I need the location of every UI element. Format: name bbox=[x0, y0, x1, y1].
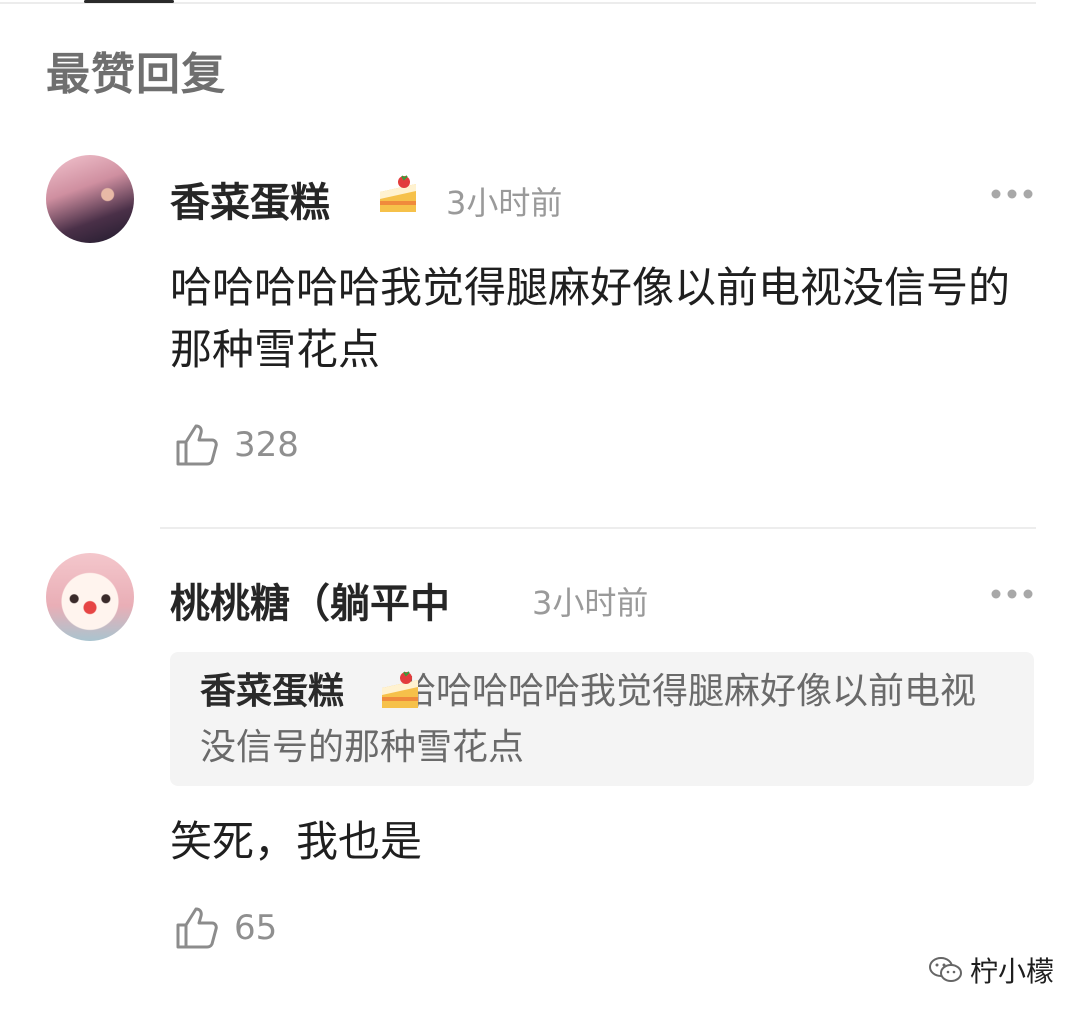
comment-time: 3小时前 bbox=[446, 184, 563, 222]
quoted-username: 香菜蛋糕 bbox=[200, 671, 345, 712]
more-dots-icon[interactable] bbox=[990, 588, 1034, 600]
top-tab-indicator bbox=[84, 0, 174, 3]
avatar[interactable] bbox=[46, 155, 134, 243]
comment-text: 笑死，我也是 bbox=[170, 817, 423, 866]
like-button[interactable]: 328 bbox=[174, 420, 299, 470]
section-title: 最赞回复 bbox=[46, 49, 226, 100]
comment-username[interactable]: 桃桃糖（躺平中 bbox=[170, 571, 450, 629]
comment-text: 哈哈哈哈哈我觉得腿麻好像以前电视没信号的那种雪花点 bbox=[170, 263, 1011, 374]
like-count: 65 bbox=[234, 908, 278, 948]
wechat-icon bbox=[929, 957, 962, 982]
thumbs-up-icon bbox=[176, 907, 218, 949]
like-button[interactable]: 65 bbox=[174, 903, 277, 953]
watermark: 柠小檬 bbox=[928, 950, 1054, 990]
cake-icon bbox=[382, 671, 418, 708]
watermark-text: 柠小檬 bbox=[970, 955, 1055, 988]
comment-username[interactable]: 香菜蛋糕 bbox=[170, 170, 330, 228]
more-dots-icon[interactable] bbox=[990, 188, 1034, 200]
thumbs-up-icon bbox=[176, 424, 218, 466]
avatar[interactable] bbox=[46, 553, 134, 641]
like-count: 328 bbox=[234, 425, 299, 465]
comment-divider bbox=[160, 527, 1036, 529]
quoted-comment[interactable]: 香菜蛋糕 哈哈哈哈哈我觉得腿麻好像以前电视没信号的那种雪花点 bbox=[170, 652, 1034, 786]
cake-icon bbox=[380, 175, 416, 212]
comment-time: 3小时前 bbox=[532, 584, 649, 622]
quoted-comment-body: 香菜蛋糕 哈哈哈哈哈我觉得腿麻好像以前电视没信号的那种雪花点 bbox=[200, 664, 1000, 776]
